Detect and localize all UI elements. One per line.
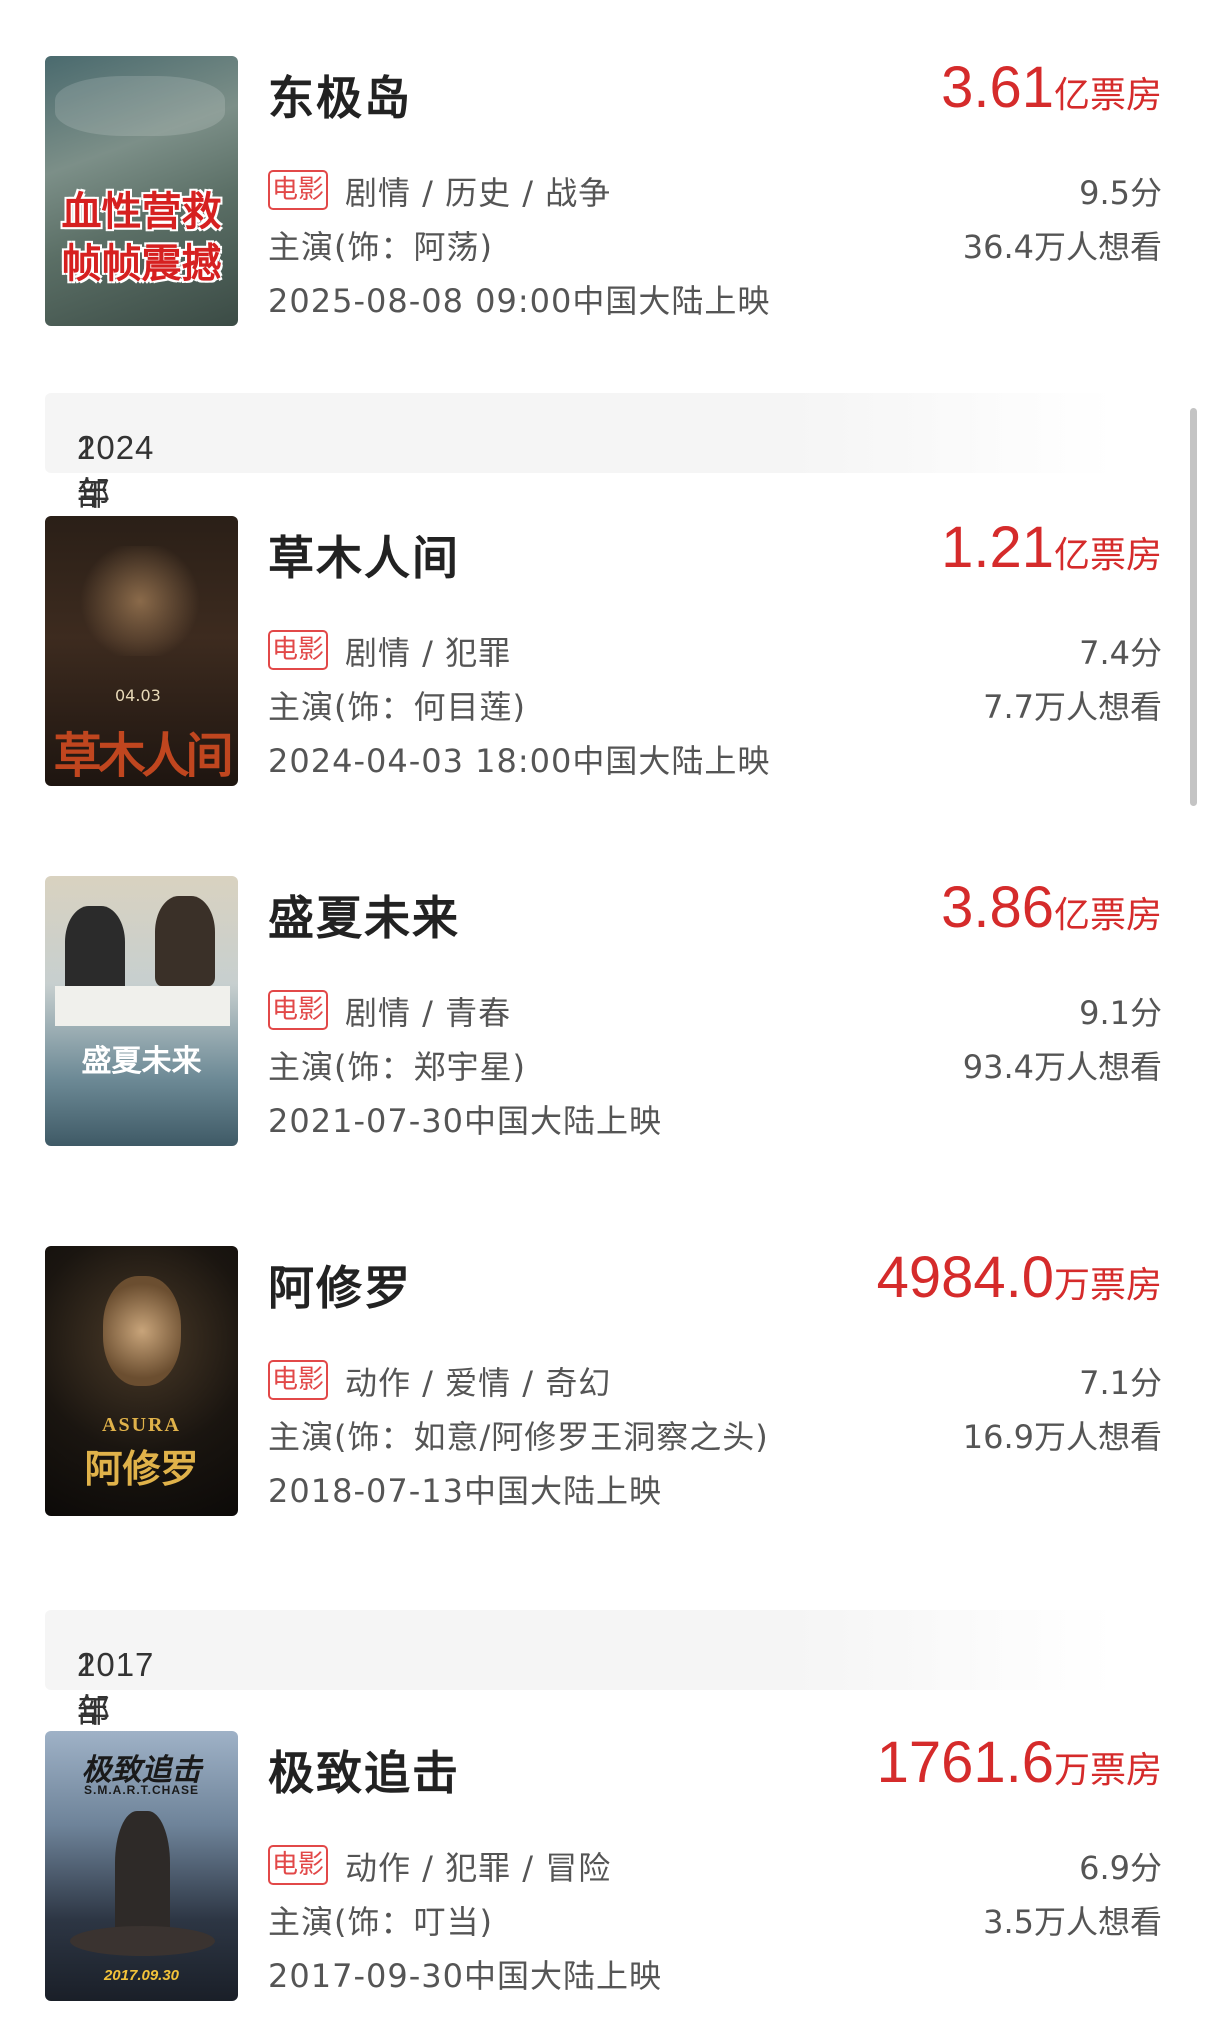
count-label: 1部 [77,429,111,512]
movie-poster[interactable]: 极致追击 S.M.A.R.T.CHASE 2017.09.30 [45,1731,238,2001]
score-text: 9.1分 [1079,994,1162,1032]
score-text: 7.1分 [1079,1364,1162,1402]
box-office: 1.21亿票房 [941,514,1162,581]
year-section-header: 2017年 1部 [45,1610,1115,1729]
movie-title[interactable]: 草木人间 [268,522,460,588]
cast-text: 主演(饰：阿荡) [268,228,493,266]
score-text: 9.5分 [1079,174,1162,212]
poster-en-title: ASURA [102,1414,181,1436]
release-date: 2024-04-03 18:00中国大陆上映 [268,742,771,780]
release-date: 2021-07-30中国大陆上映 [268,1102,662,1140]
box-office-value: 1.21 [941,515,1054,580]
poster-tagline: 阿修罗 [84,1446,199,1491]
box-office-unit: 亿票房 [1053,535,1162,576]
cast-text: 主演(饰：郑宇星) [268,1048,526,1086]
poster-en-title: S.M.A.R.T.CHASE [83,1783,199,1797]
poster-tagline: 血性营救 帧帧震撼 [61,188,222,287]
scrollbar-thumb[interactable] [1190,408,1197,806]
movie-title[interactable]: 阿修罗 [268,1252,412,1318]
poster-tagline: 盛夏未来 [81,1044,202,1079]
movie-title[interactable]: 东极岛 [268,62,412,128]
box-office-value: 4984.0 [876,1245,1054,1310]
type-tag: 电影 [268,990,328,1030]
poster-tagline: 草木人间 [53,728,233,784]
poster-date: 2017.09.30 [103,1967,180,1984]
want-count: 3.5万人想看 [983,1903,1162,1941]
type-tag: 电影 [268,170,328,210]
box-office-value: 1761.6 [876,1730,1054,1795]
year-section-header: 2024年 1部 [45,393,1115,512]
type-tag: 电影 [268,1360,328,1400]
movie-poster[interactable]: 盛夏未来 [45,876,238,1146]
box-office-value: 3.61 [941,55,1054,120]
want-count: 36.4万人想看 [962,228,1162,266]
release-date: 2025-08-08 09:00中国大陆上映 [268,282,771,320]
genre-text: 动作 / 犯罪 / 冒险 [345,1849,612,1887]
release-date: 2017-09-30中国大陆上映 [268,1957,662,1995]
cast-text: 主演(饰：如意/阿修罗王洞察之头) [268,1418,769,1456]
cast-text: 主演(饰：何目莲) [268,688,526,726]
movie-poster[interactable]: 04.03 草木人间 [45,516,238,786]
genre-text: 剧情 / 历史 / 战争 [345,174,612,212]
box-office: 3.86亿票房 [941,874,1162,941]
want-count: 7.7万人想看 [983,688,1162,726]
score-text: 7.4分 [1079,634,1162,672]
movie-title[interactable]: 盛夏未来 [268,882,460,948]
movie-poster[interactable]: 血性营救 帧帧震撼 [45,56,238,326]
box-office: 3.61亿票房 [941,54,1162,121]
count-label: 1部 [77,1646,111,1729]
cast-text: 主演(饰：叮当) [268,1903,493,1941]
movie-poster[interactable]: ASURA 阿修罗 [45,1246,238,1516]
type-tag: 电影 [268,630,328,670]
box-office-unit: 亿票房 [1053,895,1162,936]
box-office: 4984.0万票房 [877,1244,1162,1311]
want-count: 16.9万人想看 [962,1418,1162,1456]
genre-text: 动作 / 爱情 / 奇幻 [345,1364,612,1402]
genre-text: 剧情 / 犯罪 [345,634,512,672]
box-office-unit: 万票房 [1053,1750,1162,1791]
box-office-unit: 万票房 [1053,1265,1162,1306]
release-date: 2018-07-13中国大陆上映 [268,1472,662,1510]
box-office-value: 3.86 [941,875,1054,940]
box-office-unit: 亿票房 [1053,75,1162,116]
genre-text: 剧情 / 青春 [345,994,512,1032]
type-tag: 电影 [268,1845,328,1885]
box-office: 1761.6万票房 [877,1729,1162,1796]
want-count: 93.4万人想看 [962,1048,1162,1086]
movie-title[interactable]: 极致追击 [268,1737,460,1803]
score-text: 6.9分 [1079,1849,1162,1887]
